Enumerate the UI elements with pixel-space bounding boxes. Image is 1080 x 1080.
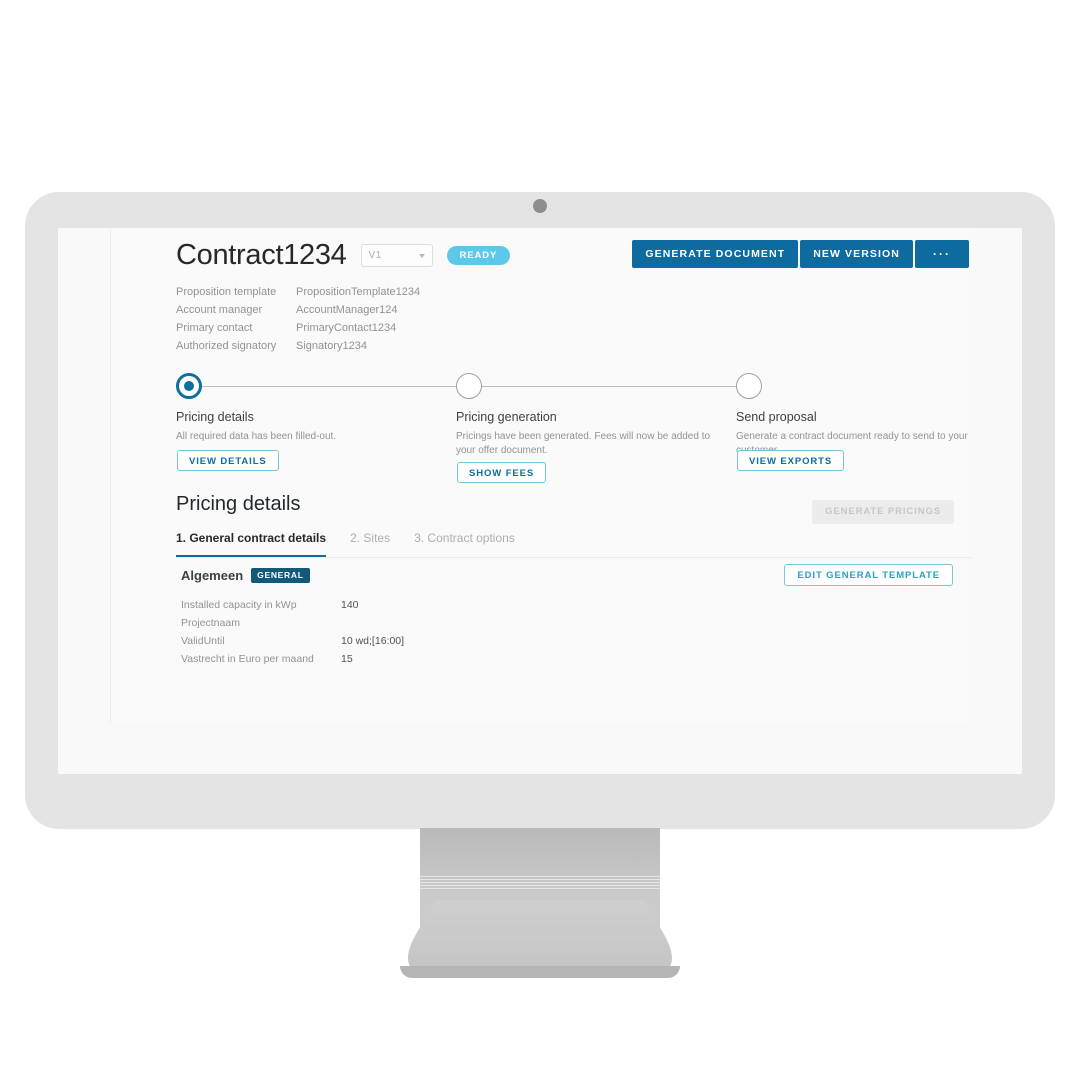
step-indicator-active-icon	[176, 373, 202, 399]
row-label: Projectnaam	[181, 617, 240, 629]
contract-meta: Proposition template PropositionTemplate…	[176, 283, 420, 355]
step-indicator-icon	[736, 373, 762, 399]
section-title: Pricing details	[176, 493, 301, 515]
tab-bar: 1. General contract details 2. Sites 3. …	[176, 531, 972, 558]
page-title: Contract1234	[176, 239, 347, 271]
progress-stepper: Pricing details All required data has be…	[176, 368, 972, 483]
table-row: Vastrecht in Euro per maand 15	[181, 650, 404, 668]
step-description: Pricings have been generated. Fees will …	[456, 431, 711, 456]
tab-contract-options[interactable]: 3. Contract options	[414, 531, 515, 557]
step-title: Pricing generation	[456, 410, 557, 424]
generate-pricings-button[interactable]: GENERATE PRICINGS	[812, 500, 954, 524]
monitor-stand-ridges	[420, 876, 660, 890]
row-value: 15	[341, 653, 353, 665]
meta-value: Signatory1234	[296, 340, 367, 352]
step-title: Send proposal	[736, 410, 817, 424]
meta-row: Proposition template PropositionTemplate…	[176, 283, 420, 301]
meta-label: Primary contact	[176, 322, 253, 334]
meta-row: Account manager AccountManager124	[176, 301, 420, 319]
new-version-button[interactable]: NEW VERSION	[800, 240, 913, 268]
meta-value: PropositionTemplate1234	[296, 286, 421, 298]
header-actions: GENERATE DOCUMENT NEW VERSION ···	[632, 240, 969, 268]
stepper-connector	[482, 386, 736, 387]
view-exports-button[interactable]: VIEW EXPORTS	[737, 450, 845, 471]
monitor-stand-base-shadow	[400, 966, 680, 978]
tab-sites[interactable]: 2. Sites	[350, 531, 390, 557]
edit-general-template-button[interactable]: EDIT GENERAL TEMPLATE	[784, 564, 953, 586]
table-row: Projectnaam	[181, 614, 404, 632]
stepper-connector	[202, 386, 456, 387]
card-header: Algemeen GENERAL	[181, 568, 310, 583]
general-tag-badge: GENERAL	[251, 568, 310, 583]
meta-row: Primary contact PrimaryContact1234	[176, 319, 420, 337]
meta-label: Proposition template	[176, 286, 277, 298]
row-value: 10 wd;[16:00]	[341, 635, 405, 647]
version-select-value: V1	[368, 250, 382, 261]
step-description: All required data has been filled-out.	[176, 431, 337, 442]
app-content-card: Contract1234 V1 READY GENERATE DOCUMENT …	[111, 228, 972, 724]
card-title: Algemeen	[181, 568, 244, 583]
chevron-down-icon	[418, 253, 425, 258]
table-row: ValidUntil 10 wd;[16:00]	[181, 632, 404, 650]
step-title: Pricing details	[176, 410, 254, 424]
page-header: Contract1234 V1 READY	[176, 239, 511, 271]
generate-document-button[interactable]: GENERATE DOCUMENT	[632, 240, 799, 268]
monitor-screen: Contract1234 V1 READY GENERATE DOCUMENT …	[58, 228, 1022, 774]
webcam-icon	[533, 199, 547, 213]
meta-value: AccountManager124	[296, 304, 398, 316]
screenshot-stage: Contract1234 V1 READY GENERATE DOCUMENT …	[0, 0, 1080, 1080]
table-row: Installed capacity in kWp 140	[181, 596, 404, 614]
more-actions-button[interactable]: ···	[915, 240, 969, 268]
step-indicator-icon	[456, 373, 482, 399]
version-select[interactable]: V1	[360, 244, 433, 267]
tab-general-contract-details[interactable]: 1. General contract details	[176, 531, 327, 557]
row-label: ValidUntil	[181, 635, 225, 647]
row-label: Vastrecht in Euro per maand	[181, 653, 314, 665]
contract-page: Contract1234 V1 READY GENERATE DOCUMENT …	[111, 228, 972, 724]
meta-label: Authorized signatory	[176, 340, 277, 352]
status-badge: READY	[446, 246, 511, 265]
row-label: Installed capacity in kWp	[181, 599, 297, 611]
meta-value: PrimaryContact1234	[296, 322, 397, 334]
meta-label: Account manager	[176, 304, 263, 316]
row-value: 140	[341, 599, 359, 611]
meta-row: Authorized signatory Signatory1234	[176, 337, 420, 355]
view-details-button[interactable]: VIEW DETAILS	[177, 450, 279, 471]
general-details-table: Installed capacity in kWp 140 Projectnaa…	[181, 596, 404, 668]
show-fees-button[interactable]: SHOW FEES	[457, 462, 547, 483]
